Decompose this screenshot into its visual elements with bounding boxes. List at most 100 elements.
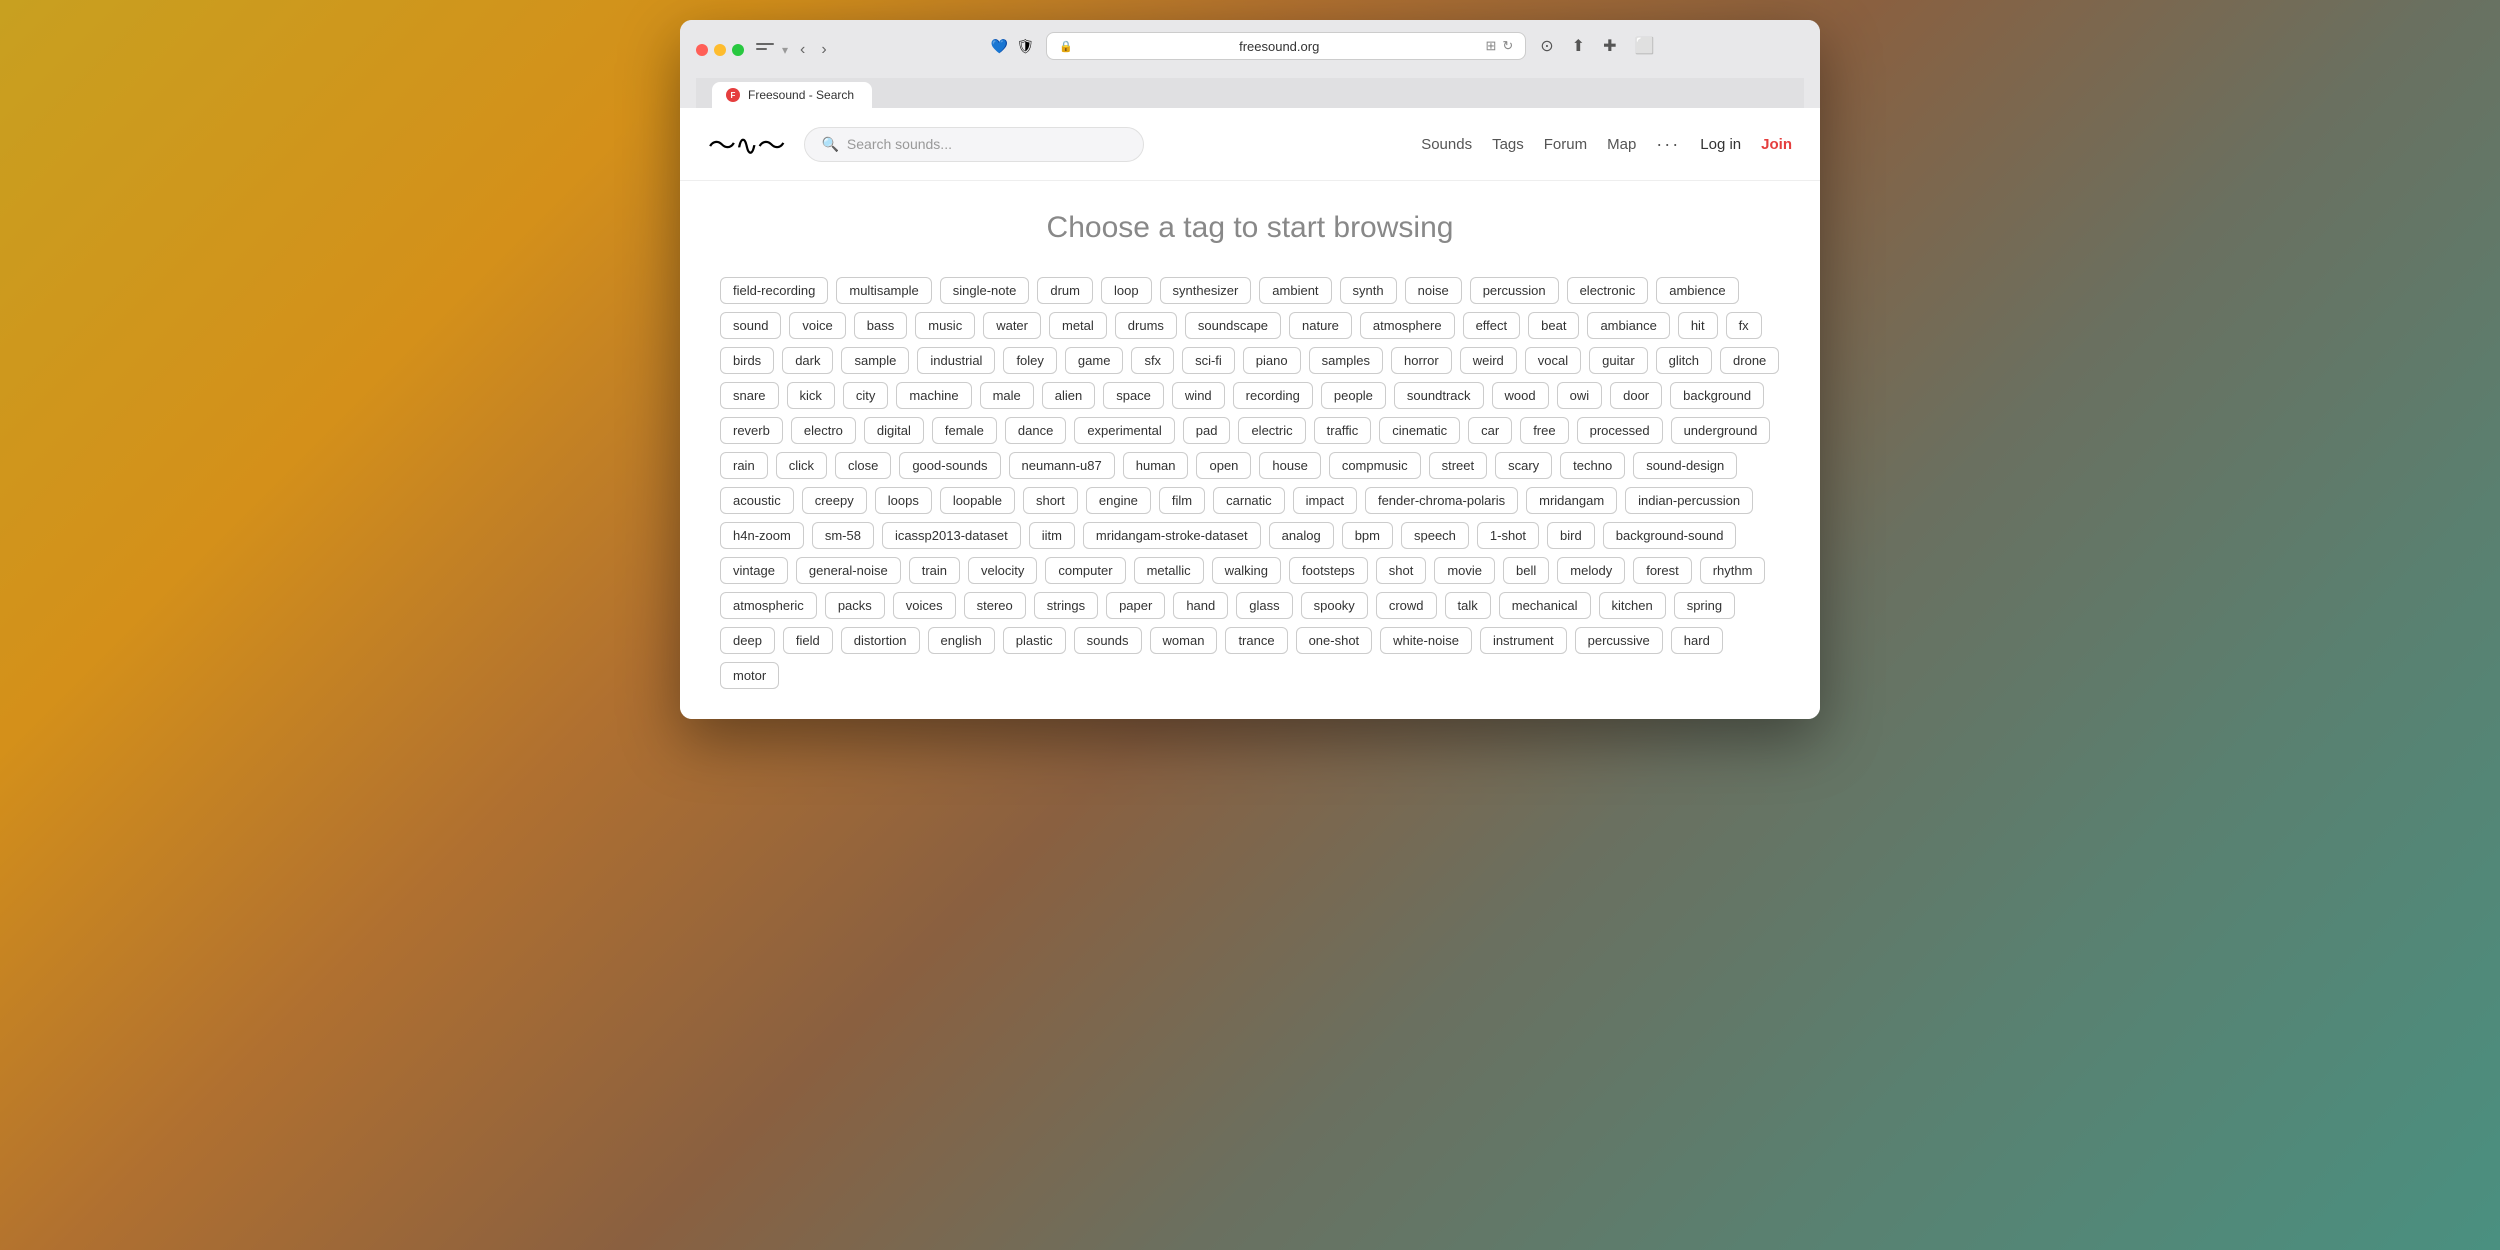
tag-pill[interactable]: good-sounds (899, 452, 1000, 479)
tag-pill[interactable]: alien (1042, 382, 1095, 409)
back-button[interactable]: ‹ (796, 39, 809, 61)
tag-pill[interactable]: h4n-zoom (720, 522, 804, 549)
tag-pill[interactable]: weird (1460, 347, 1517, 374)
tag-pill[interactable]: paper (1106, 592, 1165, 619)
tag-pill[interactable]: single-note (940, 277, 1030, 304)
tag-pill[interactable]: noise (1405, 277, 1462, 304)
tag-pill[interactable]: bird (1547, 522, 1595, 549)
tag-pill[interactable]: glass (1236, 592, 1292, 619)
tag-pill[interactable]: one-shot (1296, 627, 1373, 654)
tag-pill[interactable]: fx (1726, 312, 1762, 339)
tag-pill[interactable]: crowd (1376, 592, 1437, 619)
tag-pill[interactable]: atmospheric (720, 592, 817, 619)
address-bar[interactable]: 🔒 freesound.org ⊞ ↻ (1046, 32, 1526, 60)
tag-pill[interactable]: cinematic (1379, 417, 1460, 444)
tag-pill[interactable]: instrument (1480, 627, 1567, 654)
tag-pill[interactable]: mechanical (1499, 592, 1591, 619)
tag-pill[interactable]: background-sound (1603, 522, 1737, 549)
tag-pill[interactable]: sound (720, 312, 781, 339)
tag-pill[interactable]: open (1196, 452, 1251, 479)
tag-pill[interactable]: bell (1503, 557, 1549, 584)
tag-pill[interactable]: beat (1528, 312, 1579, 339)
tag-pill[interactable]: loopable (940, 487, 1015, 514)
tag-pill[interactable]: hard (1671, 627, 1723, 654)
tag-pill[interactable]: effect (1463, 312, 1521, 339)
tag-pill[interactable]: packs (825, 592, 885, 619)
tag-pill[interactable]: iitm (1029, 522, 1075, 549)
extension-icon-1[interactable]: 💙 (990, 37, 1008, 55)
nav-forum[interactable]: Forum (1544, 136, 1587, 153)
tag-pill[interactable]: drone (1720, 347, 1779, 374)
tag-pill[interactable]: soundtrack (1394, 382, 1484, 409)
tag-pill[interactable]: acoustic (720, 487, 794, 514)
join-button[interactable]: Join (1761, 136, 1792, 153)
tag-pill[interactable]: ambience (1656, 277, 1738, 304)
tag-pill[interactable]: general-noise (796, 557, 901, 584)
tag-pill[interactable]: sm-58 (812, 522, 874, 549)
tag-pill[interactable]: guitar (1589, 347, 1648, 374)
active-tab[interactable]: F Freesound - Search (712, 82, 872, 108)
tag-pill[interactable]: motor (720, 662, 779, 689)
tag-pill[interactable]: kitchen (1599, 592, 1666, 619)
nav-tags[interactable]: Tags (1492, 136, 1524, 153)
tag-pill[interactable]: spooky (1301, 592, 1368, 619)
tag-pill[interactable]: house (1259, 452, 1320, 479)
new-tab-button[interactable]: ✚ (1601, 34, 1618, 58)
tag-pill[interactable]: woman (1150, 627, 1218, 654)
nav-more-button[interactable]: ··· (1656, 134, 1680, 155)
tag-pill[interactable]: deep (720, 627, 775, 654)
tag-pill[interactable]: background (1670, 382, 1764, 409)
tag-pill[interactable]: drums (1115, 312, 1177, 339)
tag-pill[interactable]: plastic (1003, 627, 1066, 654)
search-bar[interactable]: 🔍 Search sounds... (804, 127, 1144, 162)
tag-pill[interactable]: car (1468, 417, 1512, 444)
tag-pill[interactable]: multisample (836, 277, 931, 304)
tag-pill[interactable]: reverb (720, 417, 783, 444)
maximize-traffic-light[interactable] (732, 44, 744, 56)
tag-pill[interactable]: click (776, 452, 827, 479)
tag-pill[interactable]: free (1520, 417, 1568, 444)
tag-pill[interactable]: spring (1674, 592, 1735, 619)
tag-pill[interactable]: distortion (841, 627, 920, 654)
tag-pill[interactable]: glitch (1656, 347, 1712, 374)
tag-pill[interactable]: mridangam-stroke-dataset (1083, 522, 1261, 549)
tag-pill[interactable]: loop (1101, 277, 1152, 304)
tag-pill[interactable]: recording (1233, 382, 1313, 409)
tag-pill[interactable]: underground (1671, 417, 1771, 444)
tag-pill[interactable]: movie (1434, 557, 1495, 584)
tag-pill[interactable]: industrial (917, 347, 995, 374)
tag-pill[interactable]: compmusic (1329, 452, 1421, 479)
site-logo[interactable]: 〜∿〜 (708, 124, 784, 164)
tag-pill[interactable]: male (980, 382, 1034, 409)
tag-pill[interactable]: metal (1049, 312, 1107, 339)
tag-pill[interactable]: speech (1401, 522, 1469, 549)
tag-pill[interactable]: metallic (1134, 557, 1204, 584)
tag-pill[interactable]: machine (896, 382, 971, 409)
tag-pill[interactable]: dance (1005, 417, 1066, 444)
tag-pill[interactable]: neumann-u87 (1009, 452, 1115, 479)
tag-pill[interactable]: hit (1678, 312, 1718, 339)
tag-pill[interactable]: city (843, 382, 889, 409)
login-button[interactable]: Log in (1700, 136, 1741, 153)
tag-pill[interactable]: melody (1557, 557, 1625, 584)
nav-sounds[interactable]: Sounds (1421, 136, 1472, 153)
tag-pill[interactable]: bass (854, 312, 907, 339)
tag-pill[interactable]: trance (1225, 627, 1287, 654)
tag-pill[interactable]: piano (1243, 347, 1301, 374)
tag-pill[interactable]: dark (782, 347, 833, 374)
tag-pill[interactable]: drum (1037, 277, 1093, 304)
tag-pill[interactable]: creepy (802, 487, 867, 514)
tag-pill[interactable]: shot (1376, 557, 1427, 584)
tag-pill[interactable]: synthesizer (1160, 277, 1252, 304)
tag-pill[interactable]: white-noise (1380, 627, 1472, 654)
tag-pill[interactable]: 1-shot (1477, 522, 1539, 549)
tag-pill[interactable]: music (915, 312, 975, 339)
tag-pill[interactable]: strings (1034, 592, 1098, 619)
tag-pill[interactable]: sound-design (1633, 452, 1737, 479)
tag-pill[interactable]: rain (720, 452, 768, 479)
tag-pill[interactable]: female (932, 417, 997, 444)
tag-pill[interactable]: electro (791, 417, 856, 444)
tag-pill[interactable]: close (835, 452, 891, 479)
tag-pill[interactable]: samples (1309, 347, 1383, 374)
tag-pill[interactable]: ambient (1259, 277, 1331, 304)
